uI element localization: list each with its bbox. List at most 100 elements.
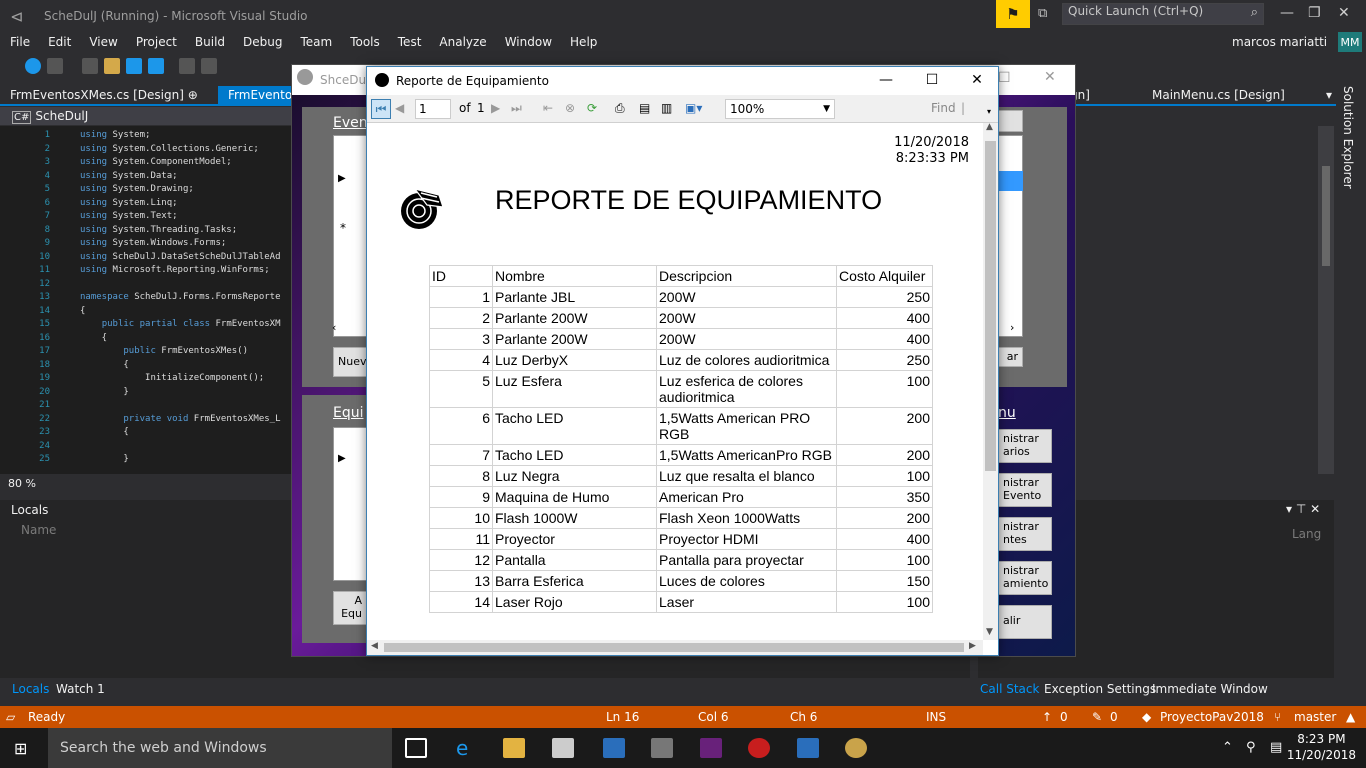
bg-scroll-left-icon[interactable]: ‹ xyxy=(332,321,336,334)
scroll-up-icon[interactable]: ▲ xyxy=(986,122,993,132)
paint-icon[interactable] xyxy=(845,738,867,758)
menu-build[interactable]: Build xyxy=(185,33,233,51)
tab-mainmenu-design[interactable]: MainMenu.cs [Design] xyxy=(1142,86,1295,106)
status-branch[interactable]: master xyxy=(1294,710,1336,724)
network-icon[interactable]: ⚲ xyxy=(1246,740,1256,755)
up-arrow-icon[interactable]: ↑ xyxy=(1042,710,1052,724)
code-line[interactable]: using System.Data; xyxy=(80,171,178,181)
status-repo[interactable]: ProyectoPav2018 xyxy=(1160,710,1264,724)
user-name[interactable]: marcos mariatti xyxy=(1232,35,1327,49)
menu-window[interactable]: Window xyxy=(495,33,560,51)
task-view-icon[interactable] xyxy=(405,738,427,758)
report-horizontal-scrollbar[interactable]: ◀ ▶ xyxy=(367,640,983,655)
maximize-button[interactable]: ❐ xyxy=(1308,5,1321,21)
bg-a-button[interactable]: A Equ xyxy=(333,591,367,625)
menu-tools[interactable]: Tools xyxy=(340,33,388,51)
code-line[interactable]: namespace ScheDulJ.Forms.FormsReporte xyxy=(80,292,281,302)
code-line[interactable]: using System.Text; xyxy=(80,211,178,221)
vertical-scroll-thumb[interactable] xyxy=(985,141,996,471)
code-line[interactable]: InitializeComponent(); xyxy=(80,373,264,383)
panel-close-icon[interactable]: ▾ ⊤ ✕ xyxy=(1286,502,1320,516)
report-maximize-button[interactable]: ☐ xyxy=(909,69,955,93)
code-editor[interactable]: 1 using System; 2 using System.Collections.… xyxy=(0,126,296,474)
redo-icon[interactable] xyxy=(201,58,217,74)
zoom-dropdown[interactable]: 100% ▼ xyxy=(725,99,835,119)
notifications-tray-icon[interactable]: ▤ xyxy=(1270,740,1282,755)
repo-icon[interactable]: ◆ xyxy=(1142,710,1151,724)
find-next-link[interactable]: | xyxy=(961,101,965,115)
branch-icon[interactable]: ⑂ xyxy=(1274,710,1281,724)
menu-help[interactable]: Help xyxy=(560,33,605,51)
report-minimize-button[interactable]: — xyxy=(863,69,909,93)
menu-team[interactable]: Team xyxy=(290,33,340,51)
tab-frmeventosxmes-design[interactable]: FrmEventosXMes.cs [Design] ⊕ xyxy=(0,86,208,106)
open-icon[interactable] xyxy=(104,58,120,74)
export-icon[interactable]: ▣▾ xyxy=(685,101,702,115)
locals-name-header[interactable]: Name xyxy=(21,523,56,537)
code-line[interactable]: { xyxy=(80,427,128,437)
scroll-right-icon[interactable]: ▶ xyxy=(969,641,976,651)
menu-analyze[interactable]: Analyze xyxy=(429,33,494,51)
app-icon-4[interactable] xyxy=(797,738,819,758)
taskbar-search-input[interactable]: Search the web and Windows xyxy=(48,728,392,768)
page-setup-icon[interactable]: ▥ xyxy=(661,101,672,115)
refresh-icon[interactable]: ⟳ xyxy=(587,101,597,115)
code-line[interactable]: { xyxy=(80,360,128,370)
report-vertical-scrollbar[interactable]: ▲ ▼ xyxy=(983,122,998,640)
avatar[interactable]: MM xyxy=(1338,32,1362,52)
save-all-icon[interactable] xyxy=(148,58,164,74)
quick-launch-input[interactable]: Quick Launch (Ctrl+Q) ⌕ xyxy=(1062,3,1264,25)
file-explorer-icon[interactable] xyxy=(503,738,525,758)
editor-navigation-bar[interactable]: C# ScheDulJ xyxy=(0,107,296,125)
code-line[interactable]: public FrmEventosXMes() xyxy=(80,346,248,356)
pin-icon[interactable]: ⊕ xyxy=(188,88,198,102)
code-line[interactable]: } xyxy=(80,387,128,397)
scroll-left-icon[interactable]: ◀ xyxy=(371,641,378,651)
menu-edit[interactable]: Edit xyxy=(38,33,79,51)
status-edits[interactable]: 0 xyxy=(1110,710,1118,724)
taskbar-clock[interactable]: 8:23 PM 11/20/2018 xyxy=(1287,731,1356,763)
bg-nuevo-button[interactable]: Nuev xyxy=(333,347,367,377)
print-icon[interactable]: ⎙ xyxy=(615,101,625,116)
minimize-button[interactable]: — xyxy=(1280,5,1294,21)
branch-up-icon[interactable]: ▲ xyxy=(1346,710,1355,724)
app-icon-2[interactable] xyxy=(651,738,673,758)
previous-page-icon[interactable]: ◀ xyxy=(395,101,404,115)
stop-icon[interactable]: ⊗ xyxy=(565,101,575,115)
undo-icon[interactable] xyxy=(179,58,195,74)
tab-immediate-window[interactable]: Immediate Window xyxy=(1146,680,1274,698)
print-layout-icon[interactable]: ▤ xyxy=(639,101,650,115)
lang-header[interactable]: Lang xyxy=(1292,527,1321,541)
code-line[interactable]: public partial class FrmEventosXM xyxy=(80,319,281,329)
store-icon[interactable] xyxy=(552,738,574,758)
code-line[interactable]: using ScheDulJ.DataSetScheDulJTableAd xyxy=(80,252,280,262)
page-number-input[interactable]: 1 xyxy=(415,99,451,119)
report-close-button[interactable]: ✕ xyxy=(954,69,1000,93)
code-line[interactable]: using System.Threading.Tasks; xyxy=(80,225,237,235)
tab-locals[interactable]: Locals xyxy=(6,680,55,698)
forward-icon[interactable] xyxy=(47,58,63,74)
tab-watch1[interactable]: Watch 1 xyxy=(50,680,111,698)
feedback-flag-icon[interactable]: ⚑ xyxy=(996,0,1030,28)
bg-menu-button-5[interactable]: alir xyxy=(998,605,1052,639)
next-page-icon[interactable]: ▶ xyxy=(491,101,500,115)
bg-equipamiento-grid[interactable] xyxy=(333,427,367,581)
code-line[interactable]: using System.Collections.Generic; xyxy=(80,144,259,154)
bg-scroll-right-icon[interactable]: › xyxy=(1010,321,1014,334)
close-button[interactable]: ✕ xyxy=(1338,5,1350,21)
tray-chevron-icon[interactable]: ⌃ xyxy=(1222,740,1233,755)
zoom-select[interactable]: 80 % xyxy=(0,476,70,492)
first-page-icon[interactable]: ⏮ xyxy=(371,99,391,119)
code-line[interactable]: using System.Linq; xyxy=(80,198,178,208)
find-link[interactable]: Find xyxy=(931,101,956,115)
code-line[interactable]: { xyxy=(80,333,107,343)
toolbar-overflow-icon[interactable]: ▾ xyxy=(987,107,991,116)
menu-test[interactable]: Test xyxy=(388,33,430,51)
code-line[interactable]: using System.ComponentModel; xyxy=(80,157,232,167)
app-icon-3[interactable] xyxy=(748,738,770,758)
new-project-icon[interactable] xyxy=(82,58,98,74)
tab-exception-settings[interactable]: Exception Settings xyxy=(1038,680,1162,698)
visual-studio-taskbar-icon[interactable] xyxy=(700,738,722,758)
menu-debug[interactable]: Debug xyxy=(233,33,290,51)
pencil-icon[interactable]: ✎ xyxy=(1092,710,1102,724)
